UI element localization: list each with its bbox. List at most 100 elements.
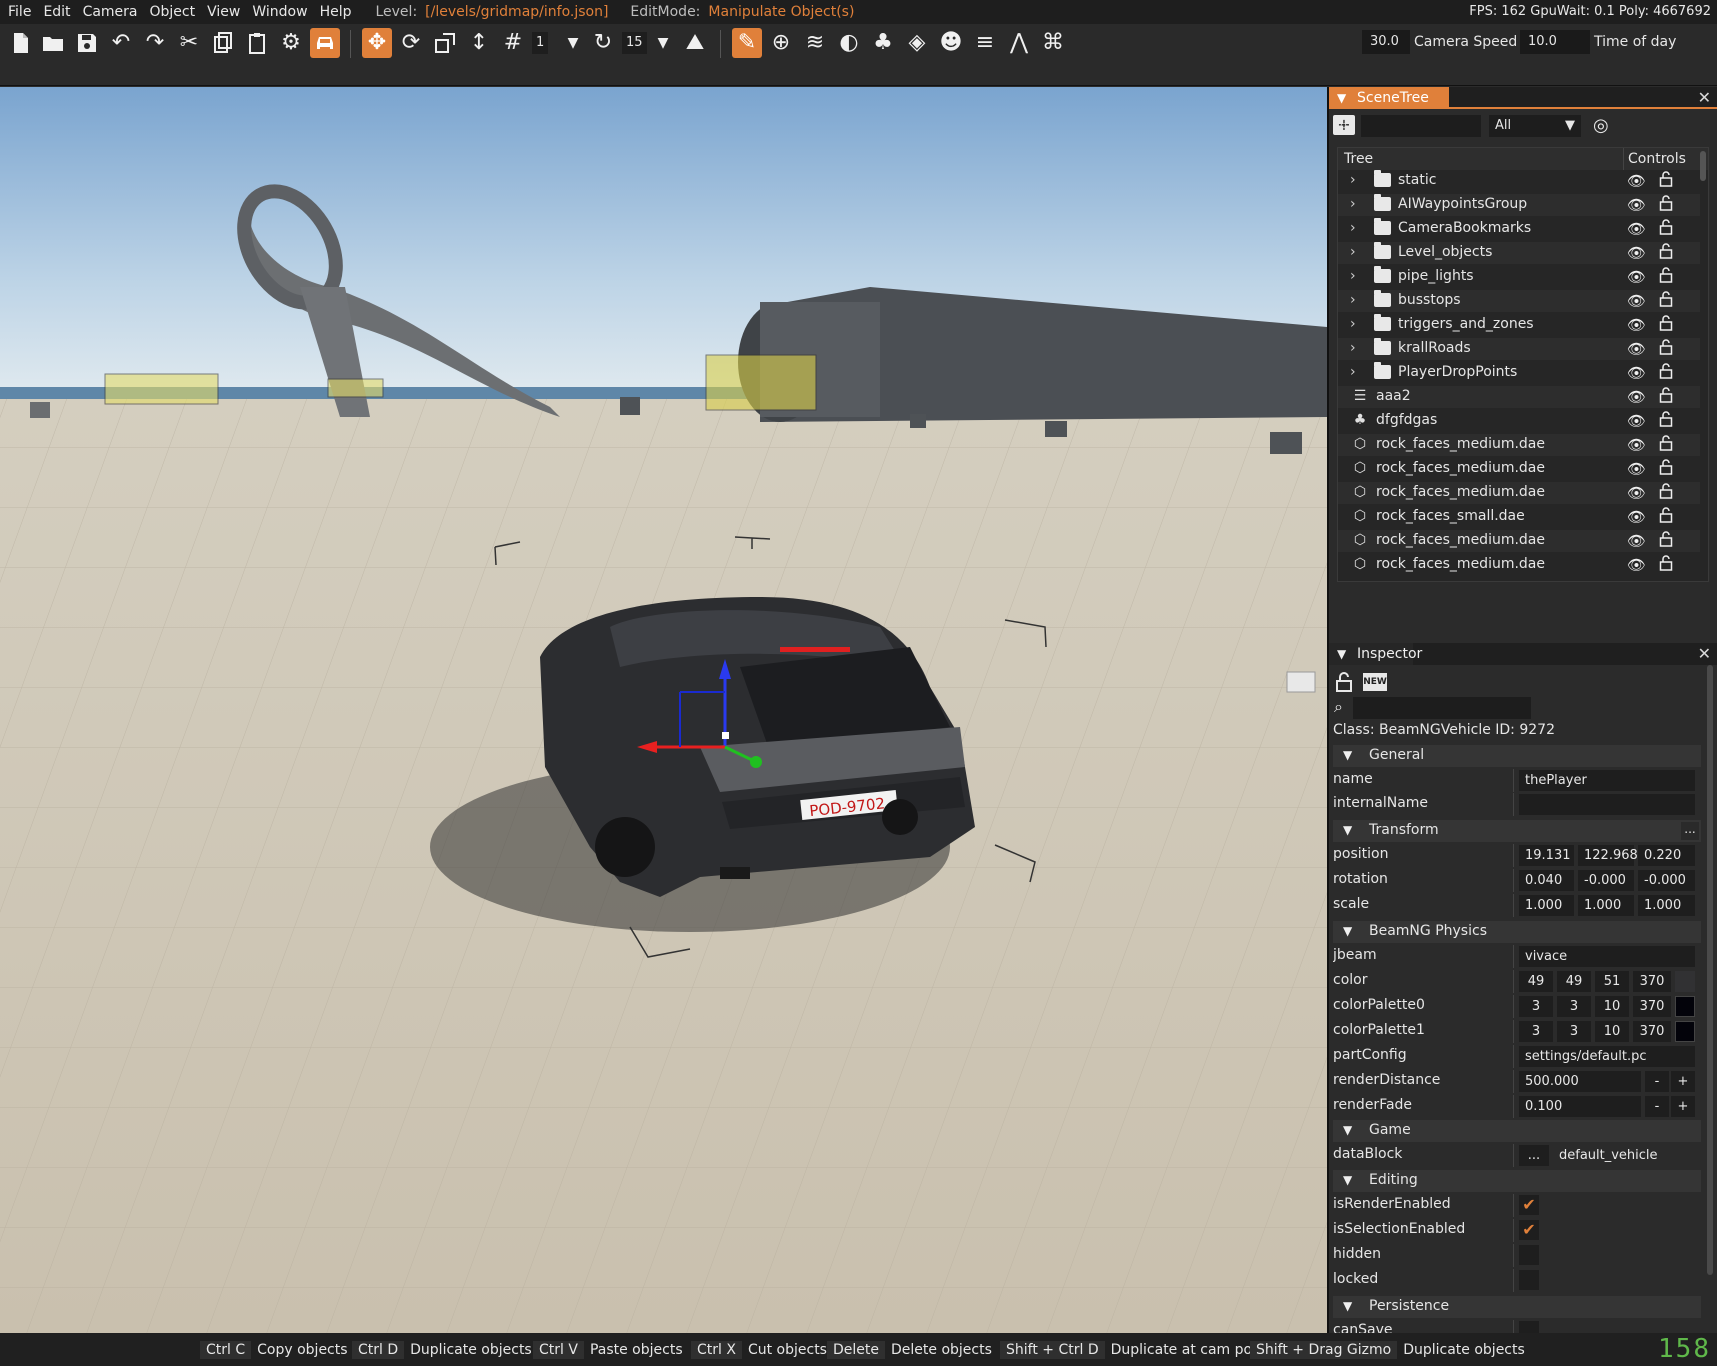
tree-item[interactable]: › AIWaypointsGroup 👁: [1338, 194, 1700, 216]
chevron-right-icon[interactable]: ›: [1350, 316, 1356, 332]
inspector-search-input[interactable]: [1353, 697, 1531, 719]
unlock-icon[interactable]: [1659, 555, 1673, 571]
position-y-input[interactable]: 122.968: [1578, 845, 1638, 866]
palette0-b-input[interactable]: 10: [1595, 996, 1629, 1017]
tree-item[interactable]: › krallRoads 👁: [1338, 338, 1700, 360]
mesh-road-icon[interactable]: ≡: [970, 28, 1000, 58]
tree-scrollbar[interactable]: [1700, 151, 1706, 181]
forest-editor-icon[interactable]: ♣: [868, 28, 898, 58]
visibility-eye-icon[interactable]: 👁: [1627, 268, 1646, 286]
visibility-eye-icon[interactable]: 👁: [1627, 340, 1646, 358]
renderdistance-input[interactable]: 500.000: [1519, 1071, 1641, 1092]
spawn-point-icon[interactable]: ☻: [936, 28, 966, 58]
isrenderenabled-checkbox[interactable]: ✔: [1519, 1195, 1539, 1215]
chevron-right-icon[interactable]: ›: [1350, 268, 1356, 284]
tree-item[interactable]: ⬡ rock_faces_small.dae 👁: [1338, 506, 1700, 528]
decrement-button[interactable]: -: [1645, 1096, 1669, 1117]
object-select-tool-icon[interactable]: ✎: [732, 28, 762, 58]
chevron-right-icon[interactable]: ›: [1350, 172, 1356, 188]
rotation-x-input[interactable]: 0.040: [1519, 870, 1574, 891]
new-file-icon[interactable]: [6, 28, 36, 58]
cut-icon[interactable]: ✂: [174, 28, 204, 58]
inspector-tab[interactable]: ▼ Inspector: [1329, 643, 1422, 665]
unlock-icon[interactable]: [1659, 507, 1673, 523]
decrement-button[interactable]: -: [1645, 1071, 1669, 1092]
unlock-icon[interactable]: [1659, 315, 1673, 331]
menu-camera[interactable]: Camera: [83, 4, 138, 20]
color-a-input[interactable]: 370: [1633, 971, 1671, 992]
visibility-eye-icon[interactable]: 👁: [1627, 532, 1646, 550]
palette0-r-input[interactable]: 3: [1519, 996, 1553, 1017]
renderfade-input[interactable]: 0.100: [1519, 1096, 1641, 1117]
section-beamng-physics[interactable]: ▼ BeamNG Physics: [1333, 921, 1701, 943]
paste-icon[interactable]: [242, 28, 272, 58]
save-icon[interactable]: [72, 28, 102, 58]
tree-item[interactable]: › busstops 👁: [1338, 290, 1700, 312]
chevron-right-icon[interactable]: ›: [1350, 364, 1356, 380]
unlock-icon[interactable]: [1659, 195, 1673, 211]
rotate-gizmo-icon[interactable]: ⟳: [396, 28, 426, 58]
color-swatch[interactable]: [1675, 971, 1695, 992]
rotate-step-value[interactable]: 15: [622, 32, 647, 54]
broadcast-icon[interactable]: ◎: [1593, 115, 1609, 136]
rotation-z-input[interactable]: -0.000: [1638, 870, 1695, 891]
grid-snap-icon[interactable]: #: [498, 28, 528, 58]
tree-item[interactable]: ⬡ rock_faces_medium.dae 👁: [1338, 482, 1700, 504]
transform-options-button[interactable]: ...: [1681, 822, 1699, 840]
create-object-icon[interactable]: ⊕: [766, 28, 796, 58]
name-input[interactable]: thePlayer: [1519, 770, 1695, 791]
datablock-value[interactable]: default_vehicle: [1553, 1145, 1695, 1166]
visibility-eye-icon[interactable]: 👁: [1627, 556, 1646, 574]
tree-item[interactable]: › Level_objects 👁: [1338, 242, 1700, 264]
inspector-scrollbar[interactable]: [1707, 665, 1713, 1275]
close-icon[interactable]: ✕: [1698, 643, 1711, 665]
time-of-day-input[interactable]: 10.0: [1520, 30, 1590, 54]
chevron-right-icon[interactable]: ›: [1350, 292, 1356, 308]
tree-item[interactable]: ☰ aaa2 👁: [1338, 386, 1700, 408]
snap-to-terrain-icon[interactable]: ⛰: [680, 28, 710, 58]
unlock-icon[interactable]: [1659, 339, 1673, 355]
unlock-icon[interactable]: [1659, 459, 1673, 475]
palette1-r-input[interactable]: 3: [1519, 1021, 1553, 1042]
unlock-icon[interactable]: [1659, 483, 1673, 499]
grid-step-value[interactable]: 1: [532, 32, 549, 54]
terrain-editor-icon[interactable]: ◈: [902, 28, 932, 58]
3d-viewport[interactable]: POD-9702: [0, 87, 1327, 1333]
palette1-swatch[interactable]: [1675, 1021, 1695, 1042]
unlock-icon[interactable]: [1659, 171, 1673, 187]
section-persistence[interactable]: ▼ Persistence: [1333, 1296, 1701, 1318]
settings-gear-icon[interactable]: ⚙: [276, 28, 306, 58]
road-architect-icon[interactable]: ⋀: [1004, 28, 1034, 58]
scenetree-tab[interactable]: ▼ SceneTree: [1329, 87, 1449, 109]
scale-gizmo-icon[interactable]: [430, 28, 460, 58]
visibility-eye-icon[interactable]: 👁: [1627, 412, 1646, 430]
palette0-g-input[interactable]: 3: [1557, 996, 1591, 1017]
visibility-eye-icon[interactable]: 👁: [1627, 196, 1646, 214]
visibility-eye-icon[interactable]: 👁: [1627, 436, 1646, 454]
tree-item[interactable]: › CameraBookmarks 👁: [1338, 218, 1700, 240]
locked-checkbox[interactable]: [1519, 1270, 1539, 1290]
unlock-icon[interactable]: [1659, 531, 1673, 547]
world-local-axis-icon[interactable]: ↕: [464, 28, 494, 58]
visibility-eye-icon[interactable]: 👁: [1627, 364, 1646, 382]
section-game[interactable]: ▼ Game: [1333, 1120, 1701, 1142]
unlock-icon[interactable]: [1659, 435, 1673, 451]
color-b-input[interactable]: 51: [1595, 971, 1629, 992]
unlock-icon[interactable]: [1659, 291, 1673, 307]
color-g-input[interactable]: 49: [1557, 971, 1591, 992]
rotate-step-dropdown-icon[interactable]: ▼: [648, 28, 678, 58]
scale-y-input[interactable]: 1.000: [1578, 895, 1634, 916]
unlock-icon[interactable]: [1659, 363, 1673, 379]
tree-item[interactable]: › triggers_and_zones 👁: [1338, 314, 1700, 336]
redo-icon[interactable]: ↷: [140, 28, 170, 58]
jbeam-input[interactable]: vivace: [1519, 946, 1695, 967]
scale-z-input[interactable]: 1.000: [1638, 895, 1695, 916]
menu-view[interactable]: View: [207, 4, 240, 20]
undo-icon[interactable]: ↶: [106, 28, 136, 58]
palette1-b-input[interactable]: 10: [1595, 1021, 1629, 1042]
palette0-swatch[interactable]: [1675, 996, 1695, 1017]
open-folder-icon[interactable]: [38, 28, 68, 58]
road-editor-icon[interactable]: ≋: [800, 28, 830, 58]
camera-speed-input[interactable]: 30.0: [1362, 30, 1410, 54]
visibility-eye-icon[interactable]: 👁: [1627, 172, 1646, 190]
